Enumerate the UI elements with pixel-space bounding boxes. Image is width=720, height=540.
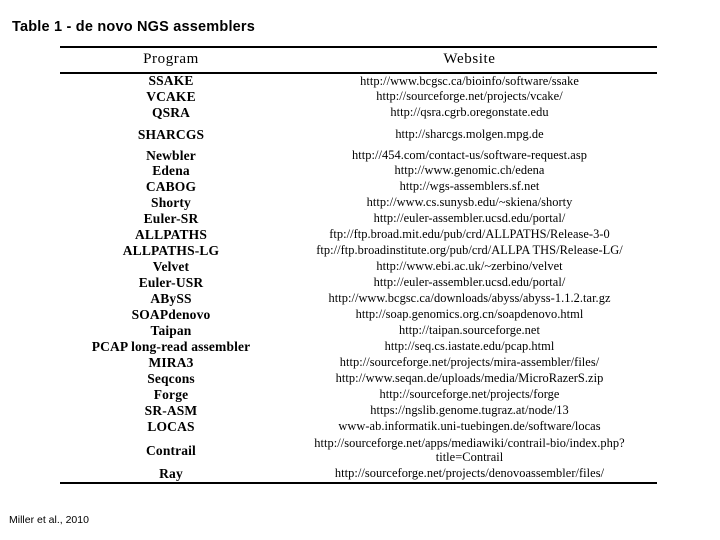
program-name: Shorty xyxy=(151,194,191,210)
program-website: http://www.bcgsc.ca/bioinfo/software/ssa… xyxy=(282,71,657,89)
assemblers-table-container: Program Website SSAKE http://www.bcgsc.ca… xyxy=(60,46,657,484)
program-website: http://454.com/contact-us/software-reque… xyxy=(352,148,587,163)
table-row: CABOG http://wgs-assemblers.sf.net xyxy=(60,179,657,195)
program-name: LOCAS xyxy=(147,418,195,434)
program-website: http://www.bcgsc.ca/downloads/abyss/abys… xyxy=(328,291,611,306)
table-body: SSAKE http://www.bcgsc.ca/bioinfo/softwar… xyxy=(60,71,657,484)
program-name: ALLPATHS xyxy=(135,226,207,242)
column-header-program: Program xyxy=(60,46,282,73)
program-website: http://www.cs.sunysb.edu/~skiena/shorty xyxy=(366,195,573,210)
program-website: http://sourceforge.net/projects/mira-ass… xyxy=(339,355,600,370)
program-website: http://qsra.cgrb.oregonstate.edu xyxy=(390,105,549,120)
program-website: http://www.seqan.de/uploads/media/MicroR… xyxy=(335,371,604,386)
program-website: http://www.genomic.ch/edena xyxy=(394,163,545,178)
table-row: Taipan http://taipan.sourceforge.net xyxy=(60,323,657,339)
table-row: QSRA http://qsra.cgrb.oregonstate.edu xyxy=(60,105,657,121)
table-header: Program Website xyxy=(60,46,657,73)
program-name: Forge xyxy=(153,386,189,402)
program-name: ALLPATHS-LG xyxy=(122,242,220,258)
program-name: ABySS xyxy=(150,290,192,306)
table-row: Newbler http://454.com/contact-us/softwar… xyxy=(60,142,657,163)
program-website: https://ngslib.genome.tugraz.at/node/13 xyxy=(370,403,569,418)
program-name: QSRA xyxy=(151,104,191,120)
program-name: Newbler xyxy=(146,147,196,163)
page-title: Table 1 - de novo NGS assemblers xyxy=(12,19,256,35)
program-name: SSAKE xyxy=(60,71,282,89)
slide-canvas: Table 1 - de novo NGS assemblers Program… xyxy=(0,0,720,540)
program-website: www-ab.informatik.uni-tuebingen.de/softw… xyxy=(338,419,601,434)
program-name: Seqcons xyxy=(147,370,195,386)
program-name: SR-ASM xyxy=(144,402,198,418)
program-name: Contrail xyxy=(146,442,196,458)
table-row: SHARCGS http://sharcgs.molgen.mpg.de xyxy=(60,121,657,142)
program-website: http://sourceforge.net/projects/forge xyxy=(379,387,560,402)
program-name: PCAP long-read assembler xyxy=(91,338,251,354)
program-website: http://euler-assembler.ucsd.edu/portal/ xyxy=(373,275,566,290)
table-row: Edena http://www.genomic.ch/edena xyxy=(60,163,657,179)
table-row: MIRA3 http://sourceforge.net/projects/mir… xyxy=(60,355,657,371)
column-header-website: Website xyxy=(282,46,657,73)
program-name: Taipan xyxy=(150,322,192,338)
source-credit: Miller et al., 2010 xyxy=(9,514,89,526)
table-row: ALLPATHS-LG ftp://ftp.broadinstitute.org/… xyxy=(60,243,657,259)
program-name: Euler-SR xyxy=(143,210,199,226)
table-row: Euler-SR http://euler-assembler.ucsd.edu/… xyxy=(60,211,657,227)
table-row: ABySS http://www.bcgsc.ca/downloads/abyss… xyxy=(60,291,657,307)
table-row: Euler-USR http://euler-assembler.ucsd.edu… xyxy=(60,275,657,291)
program-name: Edena xyxy=(152,162,190,178)
program-website: http://www.ebi.ac.uk/~zerbino/velvet xyxy=(376,259,563,274)
table-row: Forge http://sourceforge.net/projects/for… xyxy=(60,387,657,403)
program-name: VCAKE xyxy=(146,88,196,104)
table-row: SOAPdenovo http://soap.genomics.org.cn/so… xyxy=(60,307,657,323)
program-website: http://euler-assembler.ucsd.edu/portal/ xyxy=(373,211,566,226)
program-website: http://sourceforge.net/apps/mediawiki/co… xyxy=(314,435,625,464)
table-row: Contrail http://sourceforge.net/apps/medi… xyxy=(60,435,657,467)
program-website: ftp://ftp.broad.mit.edu/pub/crd/ALLPATHS… xyxy=(329,227,610,242)
program-name: SHARCGS xyxy=(137,126,205,142)
table-row: PCAP long-read assembler http://seq.cs.ia… xyxy=(60,339,657,355)
table-row: Seqcons http://www.seqan.de/uploads/media… xyxy=(60,371,657,387)
program-name: MIRA3 xyxy=(148,354,194,370)
program-website: http://taipan.sourceforge.net xyxy=(399,323,540,338)
program-name: Velvet xyxy=(152,258,190,274)
table-row: SR-ASM https://ngslib.genome.tugraz.at/no… xyxy=(60,403,657,419)
table-row: Ray http://sourceforge.net/projects/denov… xyxy=(60,466,657,484)
table-row: Velvet http://www.ebi.ac.uk/~zerbino/velv… xyxy=(60,259,657,275)
table-row: VCAKE http://sourceforge.net/projects/vca… xyxy=(60,89,657,105)
program-website: http://soap.genomics.org.cn/soapdenovo.h… xyxy=(355,307,584,322)
program-website: http://sourceforge.net/projects/denovoas… xyxy=(282,466,657,484)
program-website: http://sharcgs.molgen.mpg.de xyxy=(395,127,544,142)
assemblers-table: Program Website SSAKE http://www.bcgsc.ca… xyxy=(60,46,657,484)
program-name: CABOG xyxy=(145,178,197,194)
program-website: ftp://ftp.broadinstitute.org/pub/crd/ALL… xyxy=(316,243,623,258)
program-name: Euler-USR xyxy=(138,274,204,290)
program-name: SOAPdenovo xyxy=(131,306,211,322)
program-website: http://seq.cs.iastate.edu/pcap.html xyxy=(384,339,555,354)
table-row: ALLPATHS ftp://ftp.broad.mit.edu/pub/crd/… xyxy=(60,227,657,243)
table-row: LOCAS www-ab.informatik.uni-tuebingen.de/… xyxy=(60,419,657,435)
table-header-row: Program Website xyxy=(60,46,657,73)
program-name: Ray xyxy=(60,466,282,484)
program-website: http://sourceforge.net/projects/vcake/ xyxy=(376,89,563,104)
program-website: http://wgs-assemblers.sf.net xyxy=(399,179,540,194)
table-row: Shorty http://www.cs.sunysb.edu/~skiena/s… xyxy=(60,195,657,211)
table-row: SSAKE http://www.bcgsc.ca/bioinfo/softwar… xyxy=(60,71,657,89)
